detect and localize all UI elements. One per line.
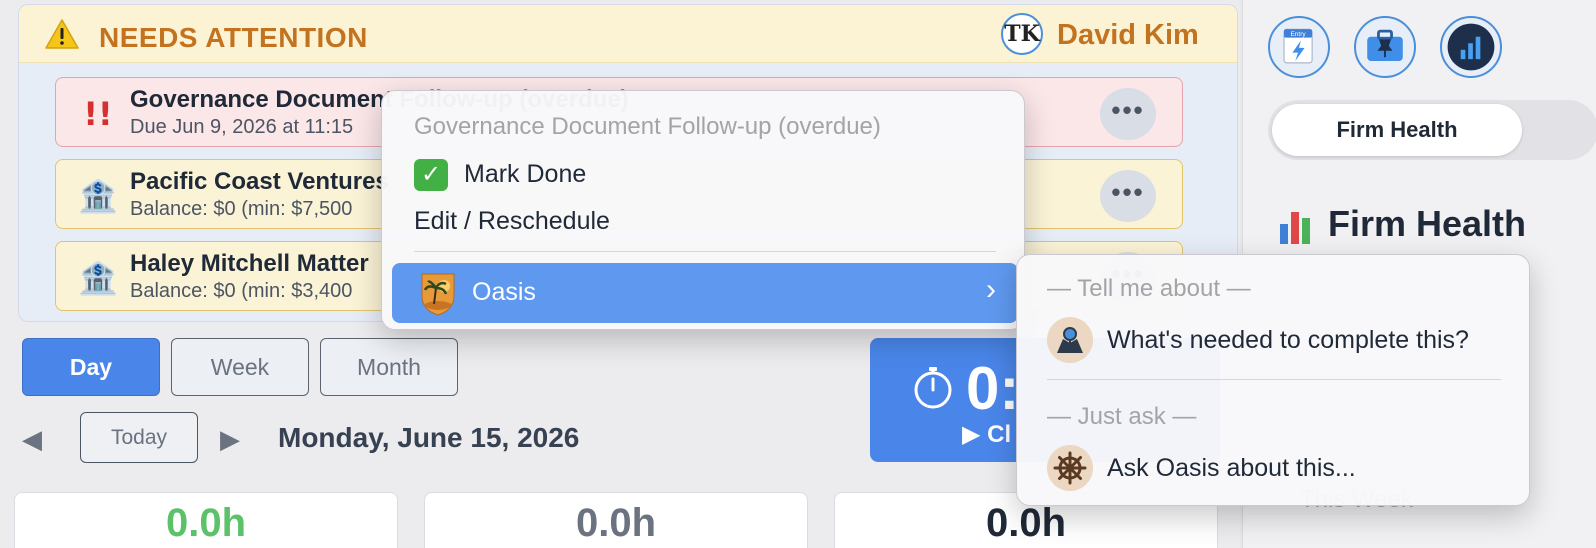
oasis-label: Oasis [472,278,536,306]
mark-done-menu-item[interactable]: ✓ Mark Done [392,153,1012,199]
next-day-button[interactable]: ▶ [220,424,240,455]
day-view-button[interactable]: Day [22,338,160,396]
tell-me-about-header: — Tell me about — [1047,275,1251,302]
user-name[interactable]: David Kim [1057,19,1199,52]
previous-day-button[interactable]: ◀ [22,424,42,455]
week-view-button[interactable]: Week [171,338,309,396]
edit-reschedule-label: Edit / Reschedule [414,207,610,235]
submenu-divider [1047,379,1501,380]
just-ask-header: — Just ask — [1047,403,1197,430]
ship-wheel-icon [1047,445,1093,491]
attention-item-title: Pacific Coast Ventures [130,168,389,195]
bank-icon: 🏦 [78,178,118,214]
checkmark-icon: ✓ [414,159,448,191]
edit-reschedule-menu-item[interactable]: Edit / Reschedule [392,201,1012,247]
chart-gauge-icon[interactable] [1440,16,1502,78]
attention-item-subtitle: Due Jun 9, 2026 at 11:15 [130,116,354,138]
timer-value: 0: [966,355,1020,422]
context-menu-header: Governance Document Follow-up (overdue) [414,113,881,140]
oasis-menu-item[interactable]: Oasis › [392,263,1018,323]
stat-card: 0.0h [14,492,398,548]
stopwatch-icon [914,367,952,409]
avatar[interactable]: TK [1001,13,1043,55]
oasis-palm-icon [421,273,455,316]
warning-triangle-icon [45,19,79,49]
needs-attention-header: NEEDS ATTENTION TK David Kim [19,5,1237,63]
whats-needed-label: What's needed to complete this? [1107,326,1469,354]
month-view-button[interactable]: Month [320,338,458,396]
bar-chart-icon [1280,212,1310,244]
bank-icon: 🏦 [78,260,118,296]
entry-lightning-icon[interactable]: Entry [1268,16,1330,78]
whats-needed-menu-item[interactable]: What's needed to complete this? [1027,313,1521,369]
current-date: Monday, June 15, 2026 [278,422,580,453]
entry-label: Entry [1290,31,1306,38]
more-options-button[interactable]: ••• [1100,170,1156,222]
menu-divider [414,251,996,252]
more-options-button[interactable]: ••• [1100,88,1156,140]
ask-oasis-label: Ask Oasis about this... [1107,454,1356,482]
today-button[interactable]: Today [80,412,198,463]
briefcase-pin-icon[interactable] [1354,16,1416,78]
needs-attention-title: NEEDS ATTENTION [99,22,368,53]
clock-in-button[interactable]: ▶ Cl [962,420,1011,449]
stat-card: 0.0h [424,492,808,548]
attention-item-subtitle: Balance: $0 (min: $7,500 [130,198,353,220]
attention-item-title: Haley Mitchell Matter [130,250,369,277]
double-exclamation-icon: !! [83,95,113,133]
attention-item-subtitle: Balance: $0 (min: $3,400 [130,280,353,302]
ask-oasis-menu-item[interactable]: Ask Oasis about this... [1027,441,1521,497]
oasis-submenu: — Tell me about — What's needed to compl… [1016,254,1530,506]
context-menu: Governance Document Follow-up (overdue) … [381,90,1025,330]
firm-health-title: Firm Health [1328,203,1527,244]
map-pin-icon [1047,317,1093,363]
chevron-right-icon: › [986,273,996,306]
mark-done-label: Mark Done [464,160,587,188]
tab-firm-health[interactable]: Firm Health [1272,104,1522,156]
